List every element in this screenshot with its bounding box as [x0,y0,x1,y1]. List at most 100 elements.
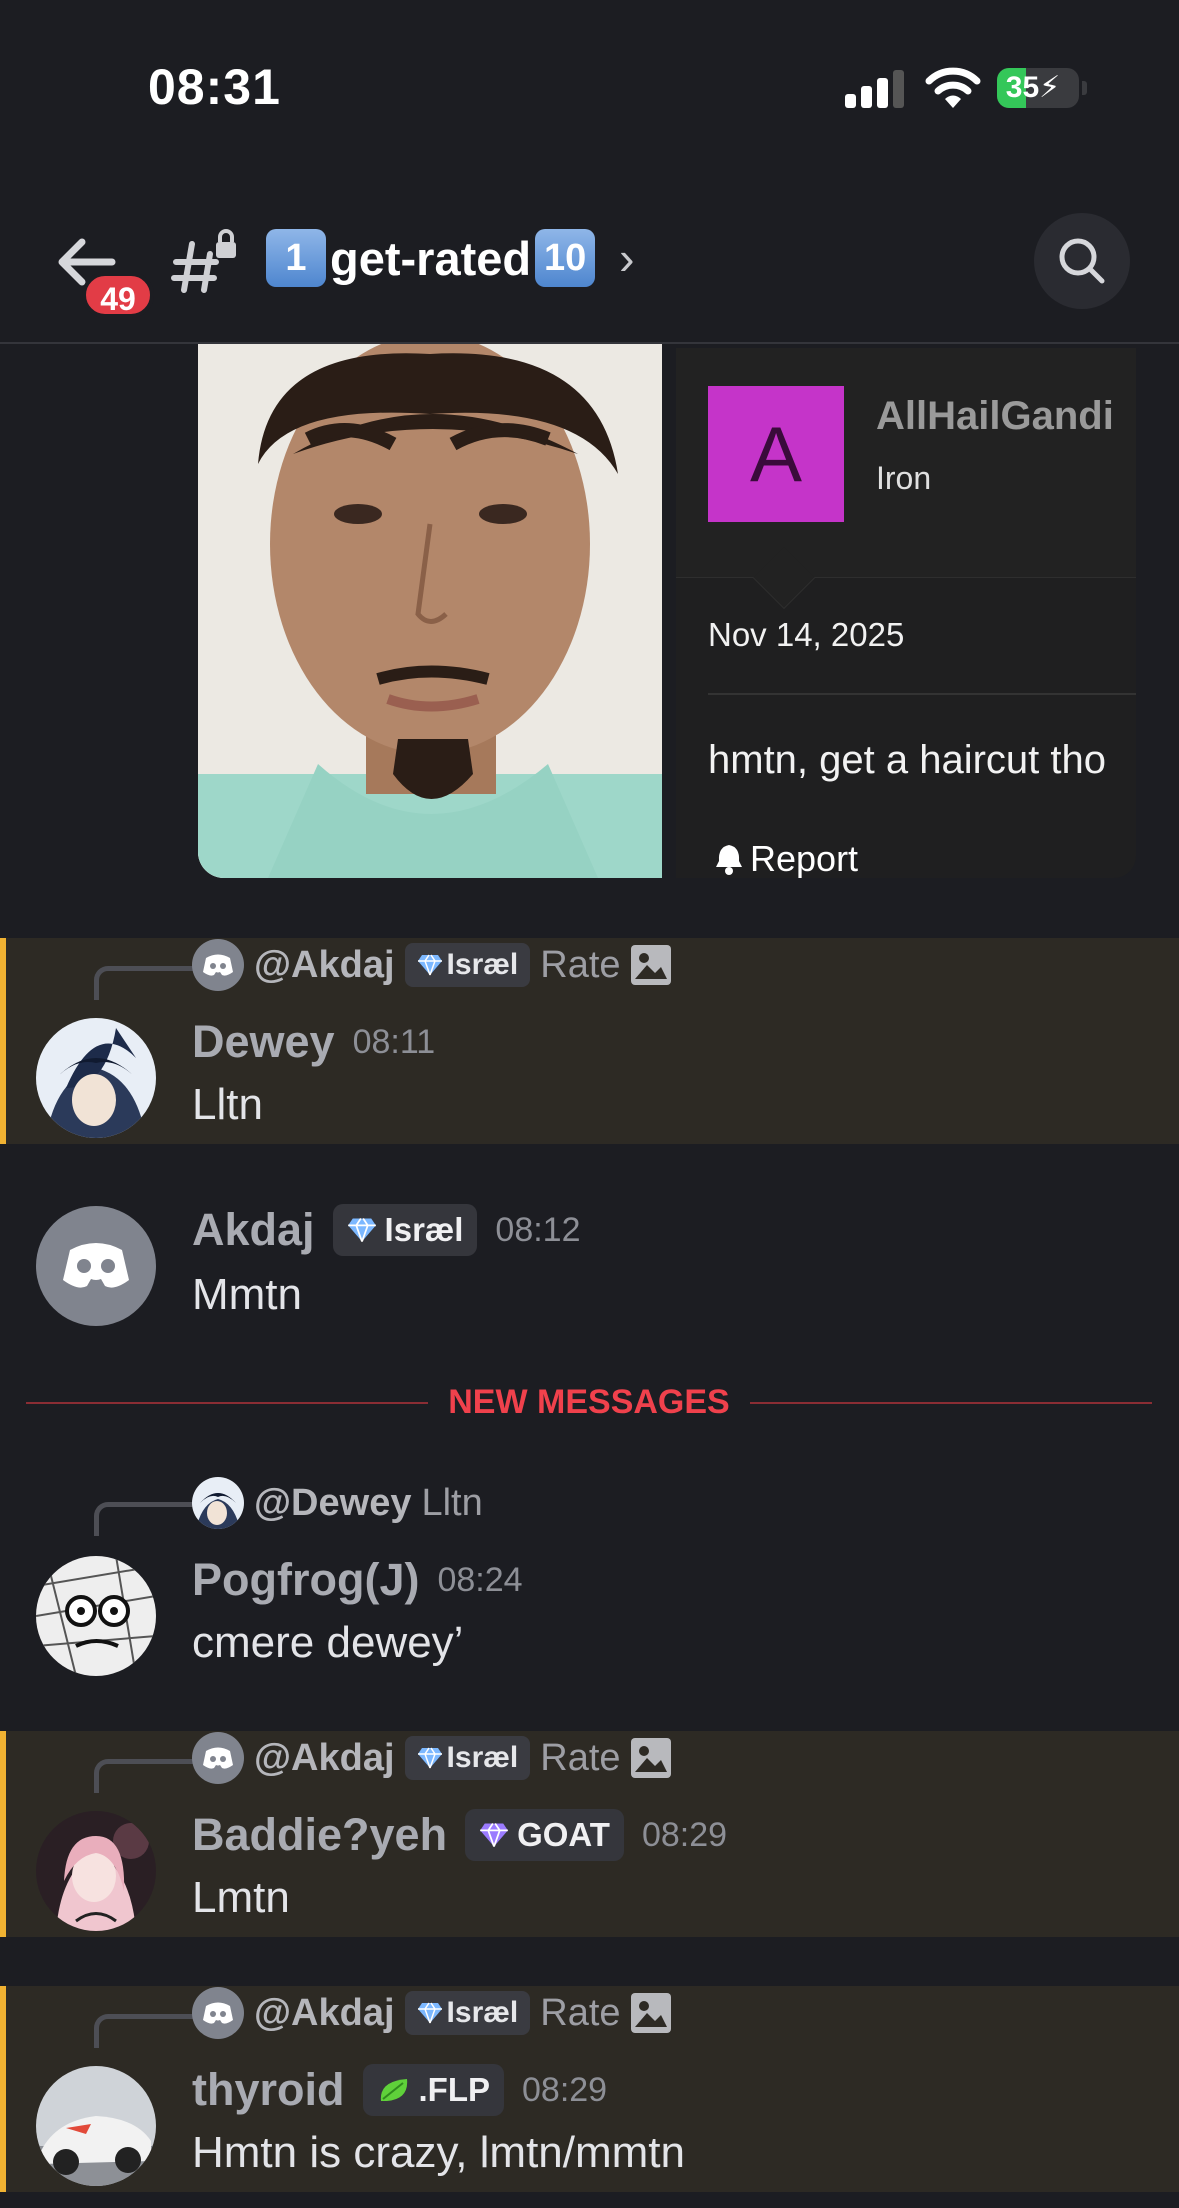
chevron-right-icon: › [619,232,635,284]
reply-connector [94,1759,194,1793]
wifi-icon [925,67,981,108]
role-tag-label: Isræl [384,1211,464,1248]
report-button[interactable]: Report [714,838,858,878]
reply-preview[interactable]: @Akdaj Isræl Rate [192,938,671,992]
image-icon [630,945,671,985]
reply-author: @Dewey [254,1481,412,1524]
reply-text: Rate [540,943,621,986]
role-tag-label: Isræl [446,1996,519,2029]
reply-author: @Akdaj [254,943,395,986]
reply-text: Lltn [421,1481,483,1524]
clock: 08:31 [148,59,281,115]
unread-badge: 49 [82,272,154,318]
role-tag: Isræl [404,1736,531,1780]
discord-avatar-icon [192,1987,244,2039]
message-item[interactable]: @Dewey Lltn Pogfrog(J) 08:24 cmere dewey… [0,1476,1179,1696]
reply-preview[interactable]: @Akdaj Isræl Rate [192,1731,671,1785]
reply-preview[interactable]: @Dewey Lltn [192,1476,483,1530]
reply-text: Rate [540,1991,621,2034]
role-tag: .FLP [362,2064,504,2116]
purple-gem-icon [480,1822,508,1847]
report-label: Report [750,838,859,878]
new-messages-label: NEW MESSAGES [448,1383,730,1421]
cellular-signal-icon [845,70,905,108]
reply-author: @Akdaj [254,1736,395,1779]
message-text: Lmtn [192,1873,290,1922]
message-text: Lltn [192,1080,263,1129]
gem-icon [417,1747,442,1769]
timestamp: 08:24 [437,1560,523,1599]
rating-embed-card: A AllHailGandi Iron Nov 14, 2025 hmtn, g… [676,348,1136,878]
message-item[interactable]: @Akdaj Isræl Rate thyroid .FLP 08:29 Hmt… [0,1986,1179,2192]
image-icon [630,1993,671,2033]
avatar[interactable] [36,1811,156,1931]
message-header: Dewey 08:11 [192,1012,435,1072]
message-text: cmere dewey’ [192,1618,464,1667]
search-button[interactable] [1034,213,1130,309]
message-item[interactable]: Akdaj Isræl 08:12 Mmtn [0,1190,1179,1340]
reply-connector [94,2014,194,2048]
role-tag-label: .FLP [418,2071,491,2108]
locked-channel-icon [171,229,236,293]
gem-icon [417,2002,442,2024]
role-tag: GOAT [465,1809,624,1861]
search-icon [1059,238,1105,284]
username[interactable]: Baddie?yeh [192,1809,447,1861]
status-bar: 08:31 35⚡ [0,0,1179,180]
channel-title[interactable]: 1 get-rated 10 › [262,226,634,290]
role-tag-label: Isræl [446,948,519,981]
message-header: thyroid .FLP 08:29 [192,2060,607,2120]
role-tag: Isræl [404,1991,531,2035]
embed-header: A AllHailGandi Iron [676,348,1136,578]
channel-header: 49 1 get-rated 10 › [0,180,1179,344]
avatar[interactable] [36,1556,156,1676]
embed-divider [708,693,1136,695]
timestamp: 08:29 [641,1815,728,1854]
reply-preview[interactable]: @Akdaj Isræl Rate [192,1986,671,2040]
keycap-ten-emoji: 10 [535,229,596,287]
reply-text: Rate [540,1736,621,1779]
avatar[interactable] [36,1018,156,1138]
timestamp: 08:12 [495,1210,581,1249]
message-text: Hmtn is crazy, lmtn/mmtn [192,2128,686,2177]
message-item[interactable]: @Akdaj Isræl Rate Dewey 08:11 Lltn [0,938,1179,1144]
username[interactable]: Pogfrog(J) [192,1554,419,1606]
bell-icon [716,845,742,875]
timestamp: 08:29 [522,2070,608,2109]
role-tag-label: Isræl [446,1741,519,1774]
username[interactable]: thyroid [192,2064,345,2116]
selfie-image [198,344,662,878]
message-header: Pogfrog(J) 08:24 [192,1550,523,1610]
reply-avatar [192,1477,244,1529]
embed-rank: Iron [876,460,932,496]
discord-avatar-icon [192,939,244,991]
discord-logo-icon [63,1243,129,1288]
new-messages-divider: NEW MESSAGES [26,1380,1152,1424]
keycap-one-emoji: 1 [266,229,326,287]
message-item[interactable]: @Akdaj Isræl Rate Baddie?yeh GOAT 08:29 … [0,1731,1179,1937]
message-header: Baddie?yeh GOAT 08:29 [192,1805,727,1865]
battery-level: 35 [1005,71,1040,104]
username[interactable]: Dewey [192,1016,335,1068]
reply-author: @Akdaj [254,1991,395,2034]
role-tag: Isræl [404,943,531,987]
image-icon [630,1738,671,1778]
embed-photo[interactable] [198,344,662,878]
timestamp: 08:11 [352,1022,436,1061]
channel-name-text: get-rated [330,231,532,285]
avatar[interactable] [36,2066,156,2186]
discord-avatar-icon [192,1732,244,1784]
role-tag-label: GOAT [517,1816,610,1853]
avatar[interactable] [36,1206,156,1326]
message-text: Mmtn [192,1270,302,1319]
username[interactable]: Akdaj [192,1204,315,1256]
reply-connector [94,1502,194,1536]
battery-indicator: 35⚡ [997,68,1087,108]
gem-icon [347,1217,376,1242]
embed-avatar: A [708,386,844,522]
reply-connector [94,966,194,1000]
embed-comment: hmtn, get a haircut tho [708,738,1107,782]
message-header: Akdaj Isræl 08:12 [192,1200,581,1260]
embed-date: Nov 14, 2025 [708,616,905,653]
role-tag: Isræl [332,1204,478,1256]
